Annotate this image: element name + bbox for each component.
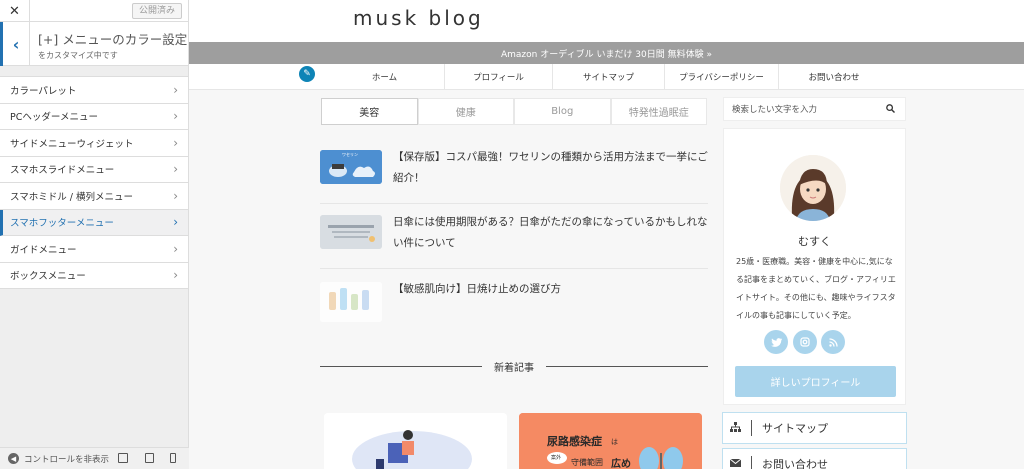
chevron-right-icon: ›	[173, 162, 178, 177]
category-tabs: 美容 健康 Blog 特発性過眠症	[321, 98, 707, 125]
customizer-header: ✕ 公開済み	[0, 0, 188, 22]
profile-description: 25歳・医療職。美容・健康を中心に,気になる記事をまとめていく、ブログ・アフィリ…	[736, 257, 896, 320]
tablet-preview-icon[interactable]	[145, 453, 154, 463]
close-icon[interactable]: ✕	[0, 0, 30, 22]
profile-detail-button[interactable]: 詳しいプロフィール	[735, 366, 896, 397]
global-nav: ✎ ホーム プロフィール サイトマップ プライバシーポリシー お問い合わせ	[189, 64, 1024, 90]
section-subtitle: をカスタマイズ中です	[38, 51, 118, 60]
profile-name: むすく	[798, 235, 831, 248]
nav-item-sitemap[interactable]: サイトマップ	[553, 64, 665, 90]
post-divider	[320, 268, 708, 269]
sitemap-link[interactable]: サイトマップ	[722, 412, 907, 444]
customizer-item-active[interactable]: スマホフッターメニュー ›	[0, 209, 188, 236]
desktop-preview-icon[interactable]	[118, 453, 128, 463]
chevron-right-icon: ›	[173, 135, 178, 150]
site-logo[interactable]: musk blog	[353, 6, 484, 30]
customizer-item[interactable]: PCヘッダーメニュー ›	[0, 103, 188, 130]
sitemap-icon	[723, 421, 747, 435]
back-chevron-icon[interactable]: ‹	[0, 22, 30, 66]
nav-item-privacy[interactable]: プライバシーポリシー	[665, 64, 779, 90]
nav-item-profile[interactable]: プロフィール	[445, 64, 553, 90]
post-divider	[320, 203, 708, 204]
customizer-panel: ✕ 公開済み ‹ [+] メニューのカラー設定 をカスタマイズ中です カラーパレ…	[0, 0, 189, 469]
chevron-right-icon: ›	[173, 82, 178, 97]
notice-bar[interactable]: Amazon オーディブル いまだけ 30日間 無料体験 »	[189, 42, 1024, 64]
chevron-right-icon: ›	[173, 241, 178, 256]
customizer-item[interactable]: カラーパレット ›	[0, 77, 188, 104]
post-title[interactable]: 【敏感肌向け】日焼け止めの選び方	[393, 279, 561, 322]
section-header: ‹ [+] メニューのカラー設定 をカスタマイズ中です	[0, 22, 188, 66]
post-item[interactable]: 日傘には使用期限がある？日傘がただの傘になっているかもしれない件について	[320, 215, 708, 254]
customizer-item[interactable]: ガイドメニュー ›	[0, 236, 188, 263]
post-item[interactable]: 【敏感肌向け】日焼け止めの選び方	[320, 282, 708, 322]
chevron-right-icon: ›	[173, 109, 178, 124]
contact-link[interactable]: お問い合わせ	[722, 448, 907, 469]
customizer-menu-list: カラーパレット › PCヘッダーメニュー › サイドメニューウィジェット › スマホス…	[0, 76, 188, 289]
search-box[interactable]: 検索したい文字を入力	[723, 97, 906, 121]
customizer-item[interactable]: ボックスメニュー ›	[0, 262, 188, 289]
site-header: musk blog	[189, 0, 1024, 42]
section-title: [+] メニューのカラー設定	[38, 32, 188, 47]
mail-icon	[723, 458, 747, 469]
customizer-item[interactable]: サイドメニューウィジェット ›	[0, 130, 188, 157]
tab-hypersomnia[interactable]: 特発性過眠症	[610, 98, 707, 125]
chevron-right-icon: ›	[173, 268, 178, 283]
nav-item-contact[interactable]: お問い合わせ	[779, 64, 889, 90]
post-item[interactable]: ワセリン 【保存版】コスパ最強！ワセリンの種類から活用方法まで一挙にご紹介！	[320, 150, 708, 189]
post-title[interactable]: 日傘には使用期限がある？日傘がただの傘になっているかもしれない件について	[393, 212, 708, 254]
hide-controls-icon: ◀	[8, 453, 19, 464]
customizer-item[interactable]: スマホスライドメニュー ›	[0, 156, 188, 183]
profile-widget: むすく 25歳・医療職。美容・健康を中心に,気になる記事をまとめていく、ブログ・…	[723, 128, 906, 405]
search-input[interactable]: 検索したい文字を入力	[732, 103, 817, 115]
avatar	[780, 155, 846, 221]
post-card[interactable]: 尿路感染症 は 案外 守備範囲 広め	[519, 413, 702, 469]
post-card[interactable]	[324, 413, 507, 469]
twitter-icon[interactable]	[764, 330, 788, 354]
customizer-item[interactable]: スマホミドル / 横列メニュー ›	[0, 183, 188, 210]
hide-controls-button[interactable]: ◀ コントロールを非表示	[0, 447, 189, 469]
tab-health[interactable]: 健康	[417, 98, 514, 125]
site-preview: musk blog Amazon オーディブル いまだけ 30日間 無料体験 »…	[189, 0, 1024, 469]
tab-beauty[interactable]: 美容	[321, 98, 418, 125]
post-title[interactable]: 【保存版】コスパ最強！ワセリンの種類から活用方法まで一挙にご紹介！	[393, 147, 708, 189]
tab-blog[interactable]: Blog	[514, 98, 611, 125]
chevron-right-icon: ›	[173, 215, 178, 230]
post-thumbnail[interactable]: ワセリン	[320, 150, 382, 184]
chevron-right-icon: ›	[173, 188, 178, 203]
edit-pencil-icon[interactable]: ✎	[299, 66, 315, 82]
mobile-preview-icon[interactable]	[170, 453, 176, 463]
new-posts-heading: 新着記事	[320, 359, 708, 374]
search-icon[interactable]	[886, 104, 895, 116]
rss-icon[interactable]	[821, 330, 845, 354]
post-thumbnail[interactable]	[320, 215, 382, 249]
nav-item-home[interactable]: ホーム	[325, 64, 445, 90]
post-thumbnail[interactable]	[320, 282, 382, 322]
publish-button[interactable]: 公開済み	[131, 3, 182, 19]
instagram-icon[interactable]	[793, 330, 817, 354]
